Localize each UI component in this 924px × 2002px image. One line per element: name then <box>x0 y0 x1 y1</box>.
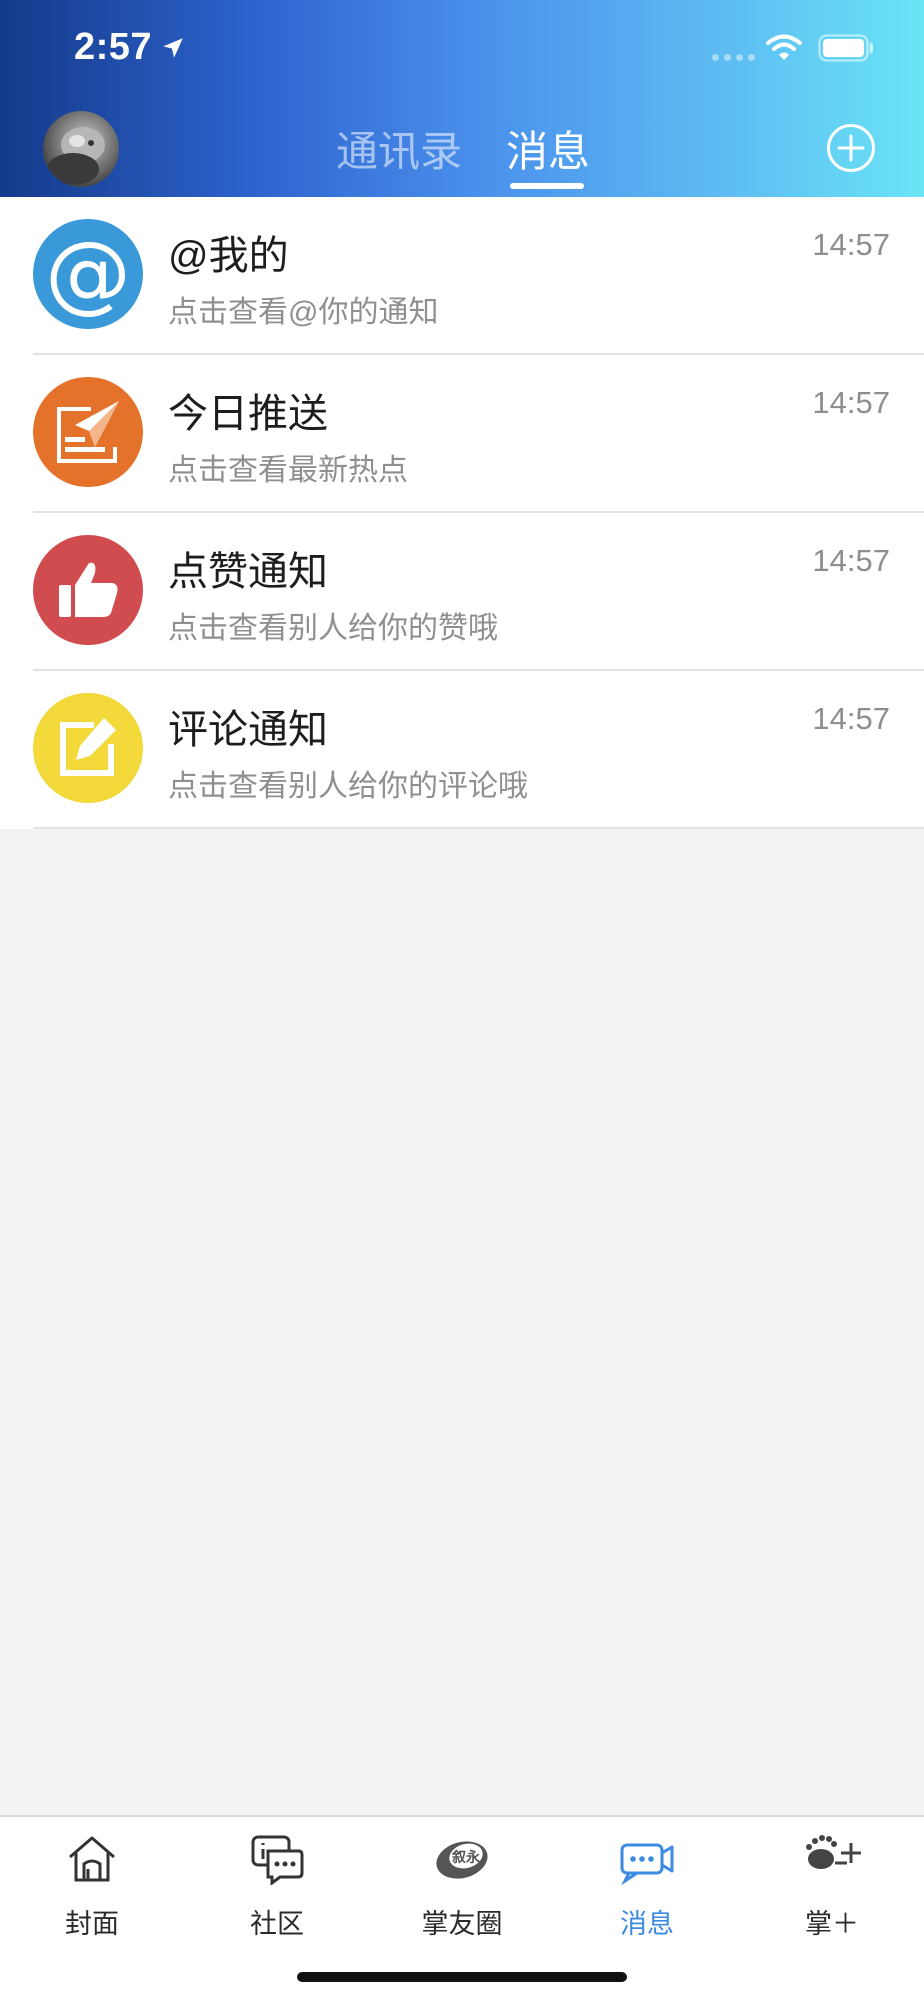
message-time: 14:57 <box>812 701 890 736</box>
status-bar-time: 2:57 <box>74 26 186 69</box>
at-icon: @ <box>33 219 143 329</box>
home-indicator[interactable] <box>297 1972 627 1982</box>
svg-text:@: @ <box>45 228 131 320</box>
tab-label: 掌友圈 <box>421 1909 503 1939</box>
tab-label: 掌＋ <box>805 1909 859 1939</box>
message-title: @我的 <box>168 234 289 278</box>
message-time: 14:57 <box>812 543 890 578</box>
svg-text:叙永: 叙永 <box>452 1849 481 1866</box>
message-subtitle: 点击查看最新热点 <box>168 454 408 487</box>
message-title: 今日推送 <box>168 392 328 436</box>
message-subtitle: 点击查看@你的通知 <box>168 296 439 329</box>
thumbs-up-icon <box>33 535 143 645</box>
tab-messages-bottom[interactable]: 消息 <box>555 1817 739 1947</box>
tab-label: 消息 <box>620 1909 674 1939</box>
row-divider <box>33 827 924 829</box>
message-time: 14:57 <box>812 227 890 262</box>
message-row-daily-push[interactable]: 今日推送 点击查看最新热点 14:57 <box>0 355 924 513</box>
tab-plus[interactable]: 掌＋ <box>740 1817 924 1947</box>
message-title: 评论通知 <box>168 708 328 752</box>
wifi-icon <box>766 34 802 60</box>
plus-app-icon <box>806 1835 861 1869</box>
home-icon <box>69 1836 115 1882</box>
user-avatar[interactable] <box>43 111 119 187</box>
tab-community[interactable]: 社区 <box>185 1817 369 1947</box>
community-chat-icon <box>251 1835 304 1885</box>
message-row-likes[interactable]: 点赞通知 点击查看别人给你的赞哦 14:57 <box>0 513 924 671</box>
app-header: 2:57 通讯录 消息 <box>0 0 924 197</box>
cellular-signal-icon <box>712 54 755 61</box>
circle-logo-icon: 叙永 <box>436 1841 488 1879</box>
message-row-comments[interactable]: 评论通知 点击查看别人给你的评论哦 14:57 <box>0 671 924 829</box>
location-arrow-icon <box>163 37 183 58</box>
tab-cover[interactable]: 封面 <box>0 1817 184 1947</box>
message-title: 点赞通知 <box>168 550 328 594</box>
battery-icon <box>818 34 873 62</box>
edit-icon <box>33 693 143 803</box>
message-row-mentions[interactable]: @ @我的 点击查看@你的通知 14:57 <box>0 197 924 355</box>
tab-contacts[interactable]: 通讯录 <box>336 118 462 179</box>
tab-label: 社区 <box>250 1909 304 1939</box>
message-icon <box>620 1843 674 1885</box>
add-button[interactable] <box>826 123 876 173</box>
message-subtitle: 点击查看别人给你的评论哦 <box>168 770 528 803</box>
tab-label: 封面 <box>65 1909 119 1939</box>
tab-circle[interactable]: 叙永 掌友圈 <box>370 1817 554 1947</box>
message-time: 14:57 <box>812 385 890 420</box>
paper-plane-icon <box>33 377 143 487</box>
message-list: @ @我的 点击查看@你的通知 14:57 今日推送 点击查看最新热点 14:5… <box>0 197 924 829</box>
active-tab-indicator <box>510 183 584 189</box>
avatar-photo <box>47 127 105 185</box>
message-subtitle: 点击查看别人给你的赞哦 <box>168 612 498 645</box>
tab-messages[interactable]: 消息 <box>506 118 590 179</box>
